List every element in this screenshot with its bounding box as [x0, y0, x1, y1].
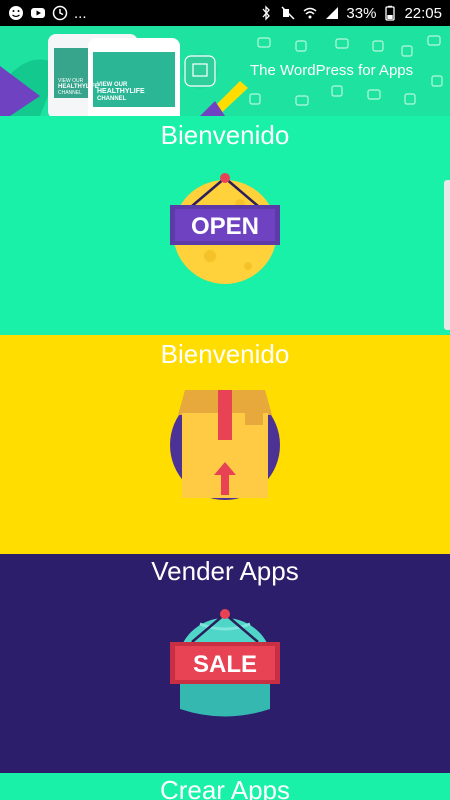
- battery-text: 33%: [346, 4, 377, 22]
- sale-sign-illustration: SALE: [170, 609, 280, 717]
- svg-text:CHANNEL: CHANNEL: [58, 90, 82, 96]
- header-banner: VIEW OUR HEALTHYLIFE CHANNEL VIEW OUR HE…: [0, 26, 450, 116]
- section-crear-apps[interactable]: Crear Apps: [0, 773, 450, 800]
- gallery-icon: [184, 55, 216, 87]
- mute-icon: [281, 6, 295, 20]
- status-bar: ... 33% 22:05: [0, 0, 450, 26]
- section-bienvenido-box[interactable]: Bienvenido: [0, 335, 450, 554]
- status-left: ...: [8, 5, 87, 22]
- wifi-icon: [303, 7, 317, 19]
- scrollbar-handle[interactable]: [444, 180, 450, 330]
- smiley-icon: [9, 6, 23, 20]
- svg-text:CHANNEL: CHANNEL: [97, 96, 127, 102]
- status-right: 33% 22:05: [258, 5, 442, 22]
- section-bienvenido-open[interactable]: Bienvenido OPEN: [0, 116, 450, 335]
- battery-icon: [385, 5, 396, 21]
- section-vender-apps[interactable]: Vender Apps SALE: [0, 554, 450, 773]
- header-tagline: The WordPress for Apps: [250, 62, 414, 79]
- signal-icon: [326, 7, 339, 19]
- sale-sign-label: SALE: [193, 651, 257, 678]
- open-sign-label: OPEN: [191, 213, 259, 240]
- section-title: Crear Apps: [159, 775, 291, 800]
- open-sign-illustration: OPEN: [170, 173, 280, 284]
- clock-time: 22:05: [404, 4, 442, 22]
- youtube-icon: [31, 8, 45, 18]
- clock-icon: [52, 5, 68, 21]
- bluetooth-icon: [262, 5, 271, 21]
- package-illustration: [170, 390, 280, 500]
- svg-text:HEALTHYLIFE: HEALTHYLIFE: [97, 88, 145, 95]
- more-notifications: ...: [74, 4, 87, 22]
